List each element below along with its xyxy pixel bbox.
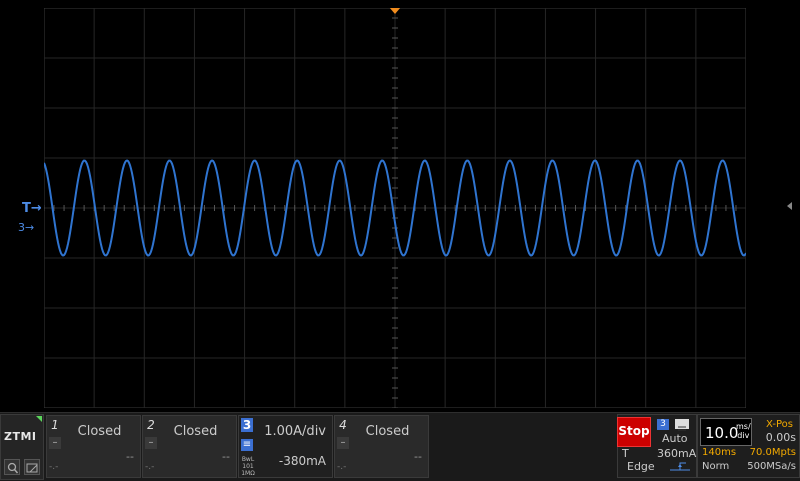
trigger-level-tag: T <box>622 447 629 460</box>
impedance: 1MΩ <box>241 470 255 477</box>
trigger-type[interactable]: Edge <box>627 460 655 473</box>
channel4-panel[interactable]: 4 – Closed -- -.- <box>334 415 429 478</box>
channel3-panel[interactable]: 3 ≡ 1.00A/div -380mA BwL 101 1MΩ <box>238 415 333 478</box>
channel1-panel[interactable]: 1 – Closed -- -.- <box>46 415 141 478</box>
minus-icon: – <box>337 437 349 449</box>
run-state-label: Stop <box>618 424 650 438</box>
trigger-position-marker[interactable] <box>389 8 401 14</box>
trigger-menu-icon[interactable] <box>675 419 689 431</box>
channel-offset: -- <box>126 450 134 463</box>
channel-coupling: BwL 101 1MΩ <box>241 456 255 477</box>
timebase-value: 10.0 <box>705 424 739 442</box>
channel-scale: 1.00A/div <box>264 424 326 439</box>
logo-menu[interactable]: ZTMI <box>0 414 44 480</box>
xpos-value[interactable]: 0.00s <box>766 431 796 444</box>
screenshot-icon[interactable] <box>24 459 40 475</box>
trigger-level-marker[interactable]: T→ <box>22 202 42 216</box>
memory-points: 70.0Mpts <box>749 447 796 458</box>
memory-duration: 140ms <box>702 447 737 458</box>
trigger-source[interactable]: 3 <box>657 419 669 430</box>
expand-menu-icon[interactable] <box>787 202 792 210</box>
waveform-display[interactable]: T→ 3→ <box>0 0 800 412</box>
channel-number: 1 <box>51 418 59 432</box>
sample-rate: 500MSa/s <box>747 461 796 472</box>
rising-edge-icon <box>670 462 690 471</box>
search-icon[interactable] <box>4 459 20 475</box>
channel-offset: -- <box>414 450 422 463</box>
channel3-marker-label: 3 <box>18 221 25 234</box>
minus-icon: – <box>49 437 61 449</box>
arrow-right-icon: → <box>30 201 42 216</box>
channel-number: 2 <box>147 418 155 432</box>
channel-number: 4 <box>339 418 347 432</box>
ground-arrow-icon: → <box>25 221 35 234</box>
trigger-level-label: T <box>22 201 31 216</box>
channel2-panel[interactable]: 2 – Closed -- -.- <box>142 415 237 478</box>
brand-logo: ZTMI <box>4 430 37 443</box>
channel-status: Closed <box>77 424 122 439</box>
run-stop-button[interactable]: Stop <box>617 417 651 447</box>
timebase-scale[interactable]: 10.0 ms/ div <box>700 418 752 446</box>
trigger-level[interactable]: 360mA <box>657 447 696 460</box>
channel-status: Closed <box>173 424 218 439</box>
channel-bw: -.- <box>337 462 347 472</box>
xpos-label: X-Pos <box>766 419 793 430</box>
channel-offset: -380mA <box>278 454 326 468</box>
timebase-unit-bottom: div <box>737 431 750 440</box>
channel-number: 3 <box>241 418 253 432</box>
graticule <box>44 8 746 408</box>
channel-status: Closed <box>365 424 410 439</box>
channel-offset: -- <box>222 450 230 463</box>
channel3-ground-marker[interactable]: 3→ <box>18 221 34 235</box>
probe-ratio: 101 <box>242 463 254 470</box>
menu-lines-icon: ≡ <box>241 439 253 451</box>
acquisition-mode[interactable]: Norm <box>702 461 729 472</box>
bandwidth-limit: BwL <box>241 456 255 463</box>
minus-icon: – <box>145 437 157 449</box>
timebase-unit-top: ms/ <box>736 422 751 431</box>
channel-bw: -.- <box>49 462 59 472</box>
trigger-mode[interactable]: Auto <box>662 432 688 445</box>
status-indicator-icon <box>36 416 42 422</box>
timebase-unit: ms/ div <box>736 422 751 440</box>
channel-bw: -.- <box>145 462 155 472</box>
